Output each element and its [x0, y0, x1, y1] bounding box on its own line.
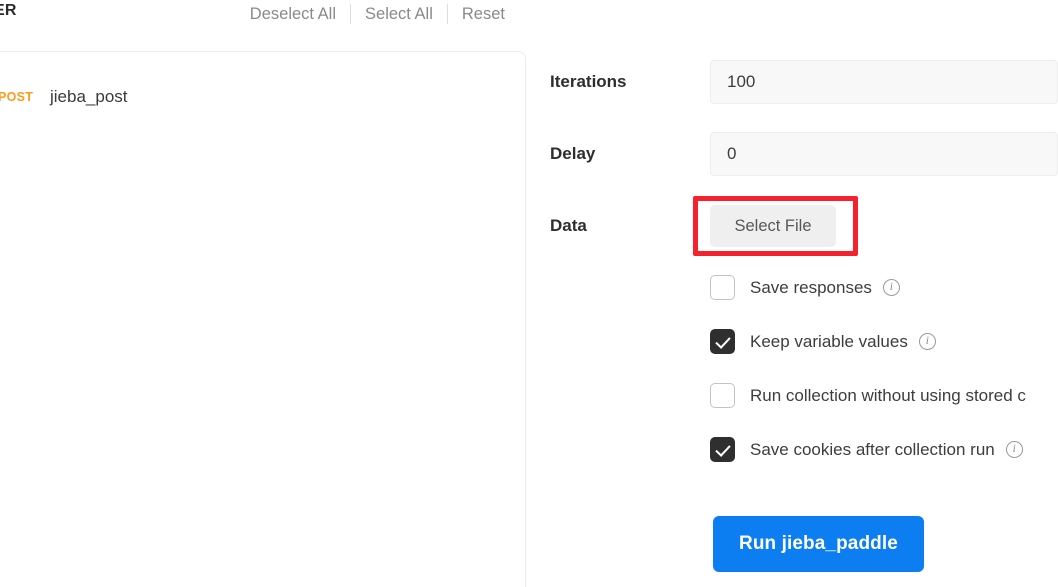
delay-input[interactable]	[710, 132, 1058, 176]
http-method-badge: POST	[0, 90, 34, 104]
option-row-save-responses[interactable]: Save responses	[710, 275, 900, 300]
save-cookies-label: Save cookies after collection run	[750, 439, 995, 459]
select-all-button[interactable]: Select All	[351, 1, 447, 27]
list-item[interactable]: POST jieba_post	[0, 76, 525, 118]
info-icon[interactable]	[918, 333, 936, 350]
option-row-run-without-stored-cookies[interactable]: Run collection without using stored c	[710, 383, 1026, 408]
option-row-keep-variable-values[interactable]: Keep variable values	[710, 329, 936, 354]
save-responses-label: Save responses	[750, 277, 872, 297]
iterations-label: Iterations	[550, 72, 627, 91]
keep-variable-values-label: Keep variable values	[750, 331, 908, 351]
keep-variable-values-checkbox[interactable]	[710, 329, 735, 354]
collection-runner-screen: ER Deselect All Select All Reset POST ji…	[0, 0, 1058, 587]
reset-button[interactable]: Reset	[448, 1, 519, 27]
delay-row: Delay	[526, 132, 1058, 176]
info-icon[interactable]	[882, 279, 900, 296]
toolbar-actions: Deselect All Select All Reset	[236, 1, 519, 27]
iterations-input[interactable]	[710, 60, 1058, 104]
option-row-save-cookies[interactable]: Save cookies after collection run	[710, 437, 1023, 462]
select-file-button[interactable]: Select File	[710, 205, 836, 247]
delay-label: Delay	[550, 144, 596, 163]
runner-toolbar: ER Deselect All Select All Reset	[0, 0, 525, 34]
run-settings-panel: Iterations Delay Data Select File Save r…	[526, 0, 1058, 587]
data-row: Data Select File	[526, 205, 1058, 247]
run-without-stored-cookies-label: Run collection without using stored c	[750, 385, 1026, 405]
request-name-label: jieba_post	[50, 87, 128, 106]
run-collection-button[interactable]: Run jieba_paddle	[713, 516, 924, 572]
request-list-panel: POST jieba_post	[0, 51, 526, 587]
data-label: Data	[550, 216, 587, 235]
run-without-stored-cookies-checkbox[interactable]	[710, 383, 735, 408]
panel-title: ER	[0, 2, 17, 19]
iterations-row: Iterations	[526, 60, 1058, 104]
deselect-all-button[interactable]: Deselect All	[236, 1, 350, 27]
save-cookies-checkbox[interactable]	[710, 437, 735, 462]
save-responses-checkbox[interactable]	[710, 275, 735, 300]
info-icon[interactable]	[1005, 441, 1023, 458]
